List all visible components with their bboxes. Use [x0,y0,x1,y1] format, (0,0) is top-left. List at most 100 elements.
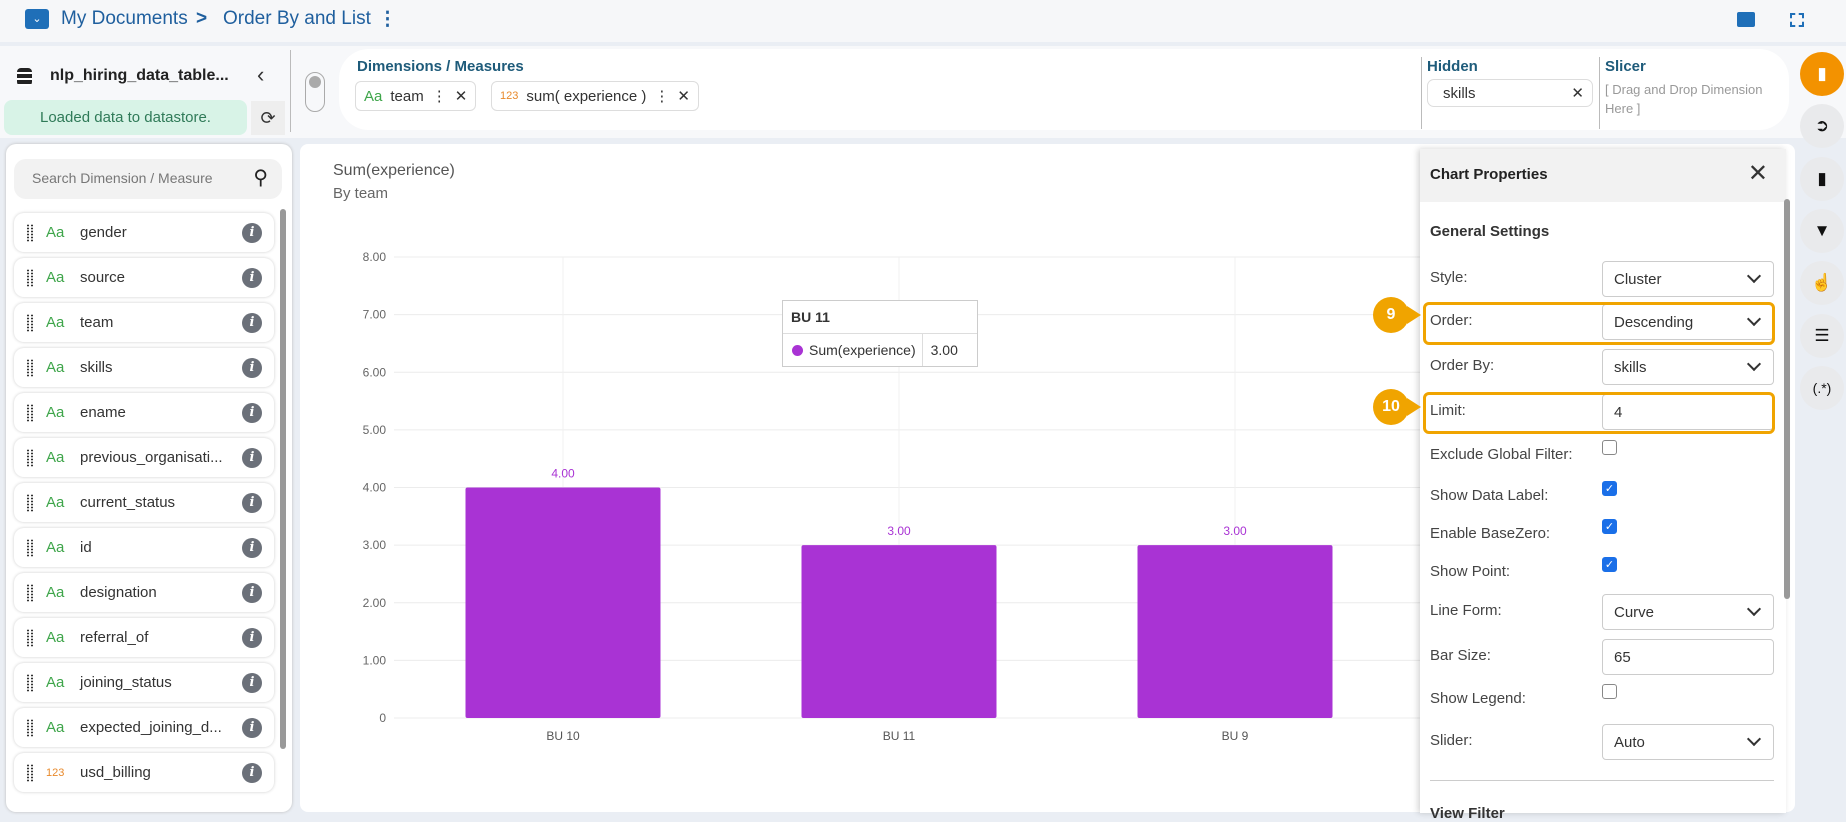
prop-input[interactable]: 65 [1602,639,1774,675]
close-icon[interactable]: ✕ [1748,159,1768,188]
scrollbar[interactable] [280,209,286,749]
scrollbar[interactable] [1784,199,1790,599]
info-icon[interactable]: i [242,717,262,738]
field-item[interactable]: Aa team i [14,303,274,342]
prop-select[interactable]: Curve [1602,594,1774,630]
toggle-switch[interactable] [305,72,325,112]
prop-select[interactable]: Cluster [1602,261,1774,297]
divider [1430,780,1774,781]
section-title-view-filter: View Filter [1430,805,1505,822]
field-item[interactable]: 123 usd_billing i [14,753,274,792]
search-input[interactable]: Search Dimension / Measure ⚲ [14,159,282,199]
close-icon[interactable]: ✕ [677,87,690,105]
drag-handle-icon[interactable] [26,493,34,512]
y-tick-label: 7.00 [363,308,387,322]
type-icon: Aa [46,539,65,556]
comment-icon[interactable] [1737,12,1755,27]
drag-handle-icon[interactable] [26,718,34,737]
field-item[interactable]: Aa source i [14,258,274,297]
more-icon[interactable]: ⋮ [654,87,669,105]
select-value: Cluster [1614,271,1662,288]
drag-handle-icon[interactable] [26,268,34,287]
more-icon[interactable]: ⋮ [432,87,447,105]
field-item[interactable]: Aa skills i [14,348,274,387]
field-item[interactable]: Aa id i [14,528,274,567]
drag-handle-icon[interactable] [26,313,34,332]
prop-checkbox[interactable]: ✓ [1602,481,1617,496]
prop-checkbox[interactable] [1602,684,1617,699]
slicer-dropzone[interactable]: [ Drag and Drop Dimension Here ] [1605,80,1780,118]
prop-checkbox[interactable]: ✓ [1602,519,1617,534]
drag-handle-icon[interactable] [26,583,34,602]
type-icon: Aa [46,404,65,421]
drag-handle-icon[interactable] [26,223,34,242]
data-label: 3.00 [1223,524,1247,538]
field-name: skills [80,359,113,376]
drag-handle-icon[interactable] [26,763,34,782]
y-tick-label: 5.00 [363,423,387,437]
header: nlp_hiring_data_table... ‹ Loaded data t… [0,46,1846,138]
field-name: previous_organisati... [80,449,223,466]
chevron-down-icon [1746,356,1762,372]
field-item[interactable]: Aa current_status i [14,483,274,522]
field-item[interactable]: Aa previous_organisati... i [14,438,274,477]
drag-handle-icon[interactable] [26,628,34,647]
collapse-panel-icon[interactable]: ‹ [257,62,264,88]
field-item[interactable]: Aa designation i [14,573,274,612]
search-icon[interactable]: ⚲ [253,165,268,190]
field-item[interactable]: Aa joining_status i [14,663,274,702]
prop-label: Slider: [1430,732,1473,749]
field-name: id [80,539,92,556]
info-icon[interactable]: i [242,312,262,333]
field-item[interactable]: Aa ename i [14,393,274,432]
info-icon[interactable]: i [242,492,262,513]
sd-card-icon[interactable]: ▮ [1800,52,1844,96]
more-icon[interactable]: ⋮ [378,8,397,31]
drag-handle-icon[interactable] [26,403,34,422]
prop-select[interactable]: Auto [1602,724,1774,760]
info-icon[interactable]: i [242,357,262,378]
chevron-down-icon [1746,601,1762,617]
dimension-chip-team[interactable]: Aa team ⋮ ✕ [355,81,477,111]
refresh-button[interactable]: ⟳ [251,101,285,135]
info-icon[interactable]: i [242,267,262,288]
measure-chip-experience[interactable]: 123 sum( experience ) ⋮ ✕ [491,81,699,111]
info-icon[interactable]: i [242,222,262,243]
breadcrumb-root[interactable]: My Documents [61,8,188,30]
fullscreen-icon[interactable] [1790,13,1804,27]
field-name: joining_status [80,674,172,691]
close-icon[interactable]: ✕ [455,87,468,105]
drag-handle-icon[interactable] [26,448,34,467]
folder-icon[interactable]: ⌄ [25,9,49,29]
info-icon[interactable]: i [242,627,262,648]
prop-checkbox[interactable] [1602,440,1617,455]
regex-icon[interactable]: (.*) [1800,366,1844,410]
close-icon[interactable]: ✕ [1571,84,1584,102]
bar-chart-icon[interactable]: ▮ [1800,157,1844,201]
drag-handle-icon[interactable] [26,358,34,377]
select-value: Curve [1614,604,1655,621]
info-icon[interactable]: i [242,762,262,783]
prop-checkbox[interactable]: ✓ [1602,557,1617,572]
field-item[interactable]: Aa expected_joining_d... i [14,708,274,747]
highlight-order [1423,302,1775,345]
field-name: usd_billing [80,764,151,781]
field-item[interactable]: Aa referral_of i [14,618,274,657]
filter-icon[interactable]: ▼ [1800,209,1844,253]
database-icon[interactable]: ☰ [1800,314,1844,358]
info-icon[interactable]: i [242,447,262,468]
drag-handle-icon[interactable] [26,673,34,692]
prop-label: Show Point: [1430,563,1511,580]
field-item[interactable]: Aa gender i [14,213,274,252]
hidden-chip-skills[interactable]: skills ✕ [1427,79,1593,107]
back-arrow-icon[interactable]: ➲ [1800,104,1844,148]
prop-select[interactable]: skills [1602,349,1774,385]
hidden-title: Hidden [1427,58,1478,75]
info-icon[interactable]: i [242,402,262,423]
pointer-hand-icon[interactable]: ☝ [1800,261,1844,305]
info-icon[interactable]: i [242,582,262,603]
drag-handle-icon[interactable] [26,538,34,557]
info-icon[interactable]: i [242,672,262,693]
prop-label: Line Form: [1430,602,1502,619]
info-icon[interactable]: i [242,537,262,558]
